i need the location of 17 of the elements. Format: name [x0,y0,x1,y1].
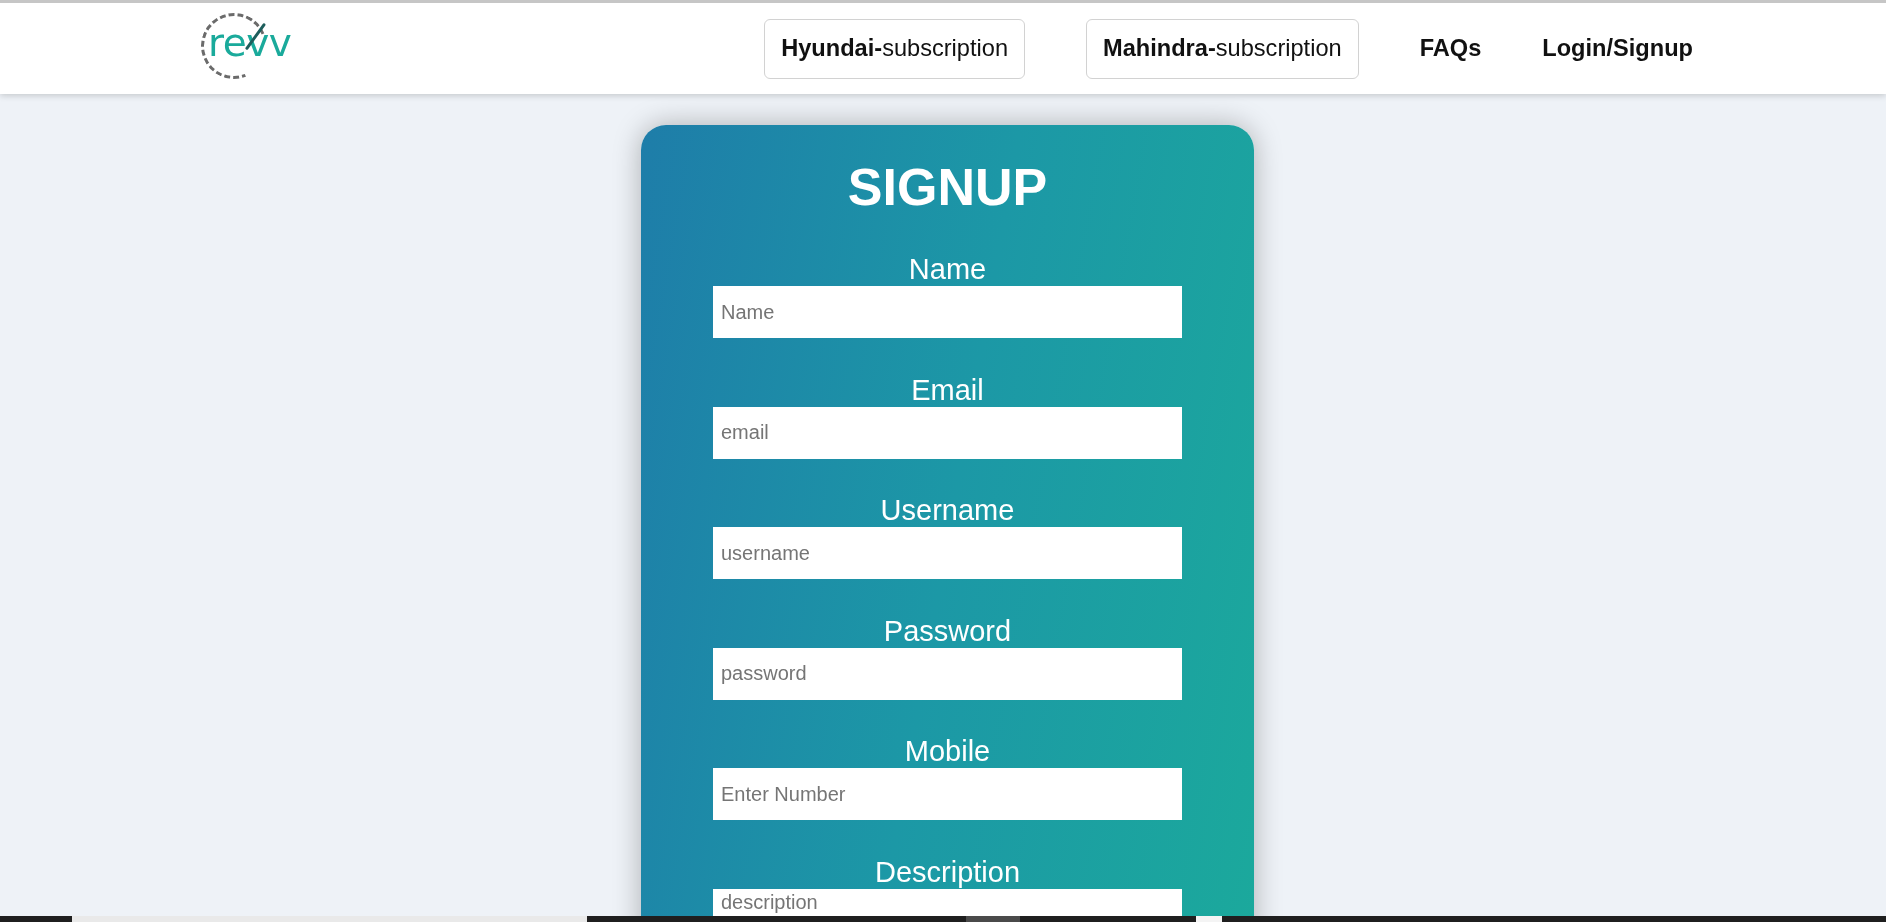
field-label: Description [874,855,1021,889]
text-field[interactable]: email [713,406,1182,459]
text-field[interactable]: Name [713,286,1182,338]
field-label: Email [911,373,984,407]
field-label: Password [883,614,1012,648]
field-label: Name [908,253,987,286]
nav-button[interactable]: Hyundai-subscription [764,18,1026,79]
text-field[interactable]: description [713,888,1182,916]
text-field[interactable]: password [713,647,1182,700]
text-field[interactable]: Enter Number [713,768,1182,821]
nav-button[interactable]: Mahindra-subscription [1086,18,1359,79]
form-title: SIGNUP [847,158,1048,216]
field-label: Username [880,494,1015,528]
field-label: Mobile [904,735,991,769]
nav-link[interactable]: FAQs [1419,35,1482,62]
nav-link[interactable]: Login/Signup [1542,35,1693,62]
text-field[interactable]: username [713,527,1182,580]
